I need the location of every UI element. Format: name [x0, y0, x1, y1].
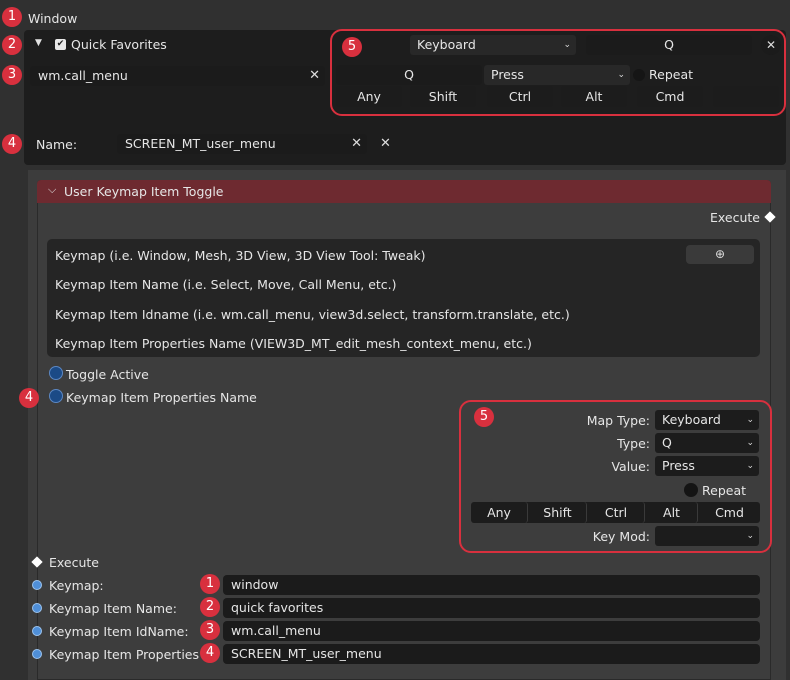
- props-name-socket-label: Keymap Item Properties Name: [66, 390, 257, 405]
- annotation-badge-1: 1: [200, 574, 220, 594]
- annotation-badge-5: 5: [474, 407, 494, 427]
- node-modifier-ctrl-button[interactable]: Ctrl: [588, 502, 645, 523]
- execute-output-label: Execute: [710, 210, 760, 225]
- node-value-value: Press: [662, 458, 695, 473]
- props-name-socket[interactable]: [49, 389, 63, 403]
- description-line: Keymap (i.e. Window, Mesh, 3D View, 3D V…: [55, 248, 426, 263]
- node-modifier-any-button[interactable]: Any: [471, 502, 528, 523]
- annotation-badge-4: 4: [19, 388, 39, 408]
- keymap-item-props-socket[interactable]: [32, 649, 42, 659]
- node-type-value: Q: [662, 435, 672, 450]
- keymap-input-socket[interactable]: [32, 580, 42, 590]
- node-map-type-dropdown[interactable]: Keyboard ⌄: [655, 410, 759, 430]
- annotation-badge-4: 4: [2, 134, 22, 154]
- key-capture-field[interactable]: Q: [586, 35, 752, 55]
- toggle-active-label: Toggle Active: [66, 367, 149, 382]
- annotation-badge-2: 2: [200, 597, 220, 617]
- description-line: Keymap Item Idname (i.e. wm.call_menu, v…: [55, 307, 570, 322]
- key-modifier-field[interactable]: [713, 86, 779, 107]
- keymap-input-label: Keymap:: [49, 578, 104, 593]
- execute-input-label: Execute: [49, 555, 99, 570]
- collapse-chevron-icon[interactable]: ⌵: [48, 183, 56, 197]
- node-type-dropdown[interactable]: Q ⌄: [655, 433, 759, 453]
- type-label: Type:: [617, 436, 650, 451]
- key-mod-label: Key Mod:: [592, 529, 650, 544]
- node-header[interactable]: ⌵ User Keymap Item Toggle: [37, 180, 771, 203]
- node-key-mod-dropdown[interactable]: ⌄: [655, 526, 759, 546]
- checkmark-icon: ✔: [56, 39, 65, 49]
- toggle-active-socket[interactable]: [49, 366, 63, 380]
- node-modifier-cmd-button[interactable]: Cmd: [699, 502, 760, 523]
- annotation-badge-4: 4: [200, 643, 220, 663]
- map-type-label: Map Type:: [586, 413, 650, 428]
- remove-name-icon[interactable]: ✕: [380, 136, 391, 152]
- value-label: Value:: [611, 459, 650, 474]
- quick-favorites-label: Quick Favorites: [71, 37, 167, 52]
- node-repeat-toggle[interactable]: [684, 483, 698, 497]
- menu-name-value: SCREEN_MT_user_menu: [125, 136, 276, 151]
- node-repeat-label: Repeat: [702, 483, 747, 498]
- map-type-dropdown[interactable]: Keyboard ⌄: [410, 35, 576, 55]
- annotation-badge-3: 3: [200, 620, 220, 640]
- modifier-any-button[interactable]: Any: [336, 86, 402, 107]
- expand-arrow-icon[interactable]: ▼: [35, 38, 42, 48]
- annotation-badge-1: 1: [2, 7, 22, 27]
- repeat-toggle[interactable]: [633, 69, 645, 81]
- clear-icon[interactable]: ✕: [309, 68, 320, 84]
- node-value-dropdown[interactable]: Press ⌄: [655, 456, 759, 476]
- modifier-ctrl-button[interactable]: Ctrl: [487, 86, 553, 107]
- keymap-item-name-socket[interactable]: [32, 603, 42, 613]
- keymap-item-idname-socket[interactable]: [32, 626, 42, 636]
- name-label: Name:: [36, 137, 78, 152]
- keymap-input-field[interactable]: window: [223, 575, 760, 595]
- annotation-badge-2: 2: [2, 35, 22, 55]
- node-modifier-alt-button[interactable]: Alt: [646, 502, 698, 523]
- value-dropdown[interactable]: Press ⌄: [484, 65, 630, 85]
- node-title: User Keymap Item Toggle: [64, 184, 224, 199]
- operator-idname-value: wm.call_menu: [38, 68, 128, 83]
- annotation-badge-5: 5: [342, 37, 362, 57]
- annotation-badge-3: 3: [2, 65, 22, 85]
- chevron-down-icon: ⌄: [746, 461, 754, 471]
- chevron-down-icon: ⌄: [746, 438, 754, 448]
- description-line: Keymap Item Name (i.e. Select, Move, Cal…: [55, 277, 397, 292]
- chevron-down-icon: ⌄: [746, 531, 754, 541]
- keymap-item-idname-label: Keymap Item IdName:: [49, 624, 189, 639]
- repeat-label: Repeat: [649, 67, 694, 82]
- chevron-down-icon: ⌄: [617, 70, 625, 80]
- value-value: Press: [491, 67, 524, 82]
- modifier-cmd-button[interactable]: Cmd: [637, 86, 703, 107]
- chevron-down-icon: ⌄: [563, 40, 571, 50]
- keymap-item-name-field[interactable]: quick favorites: [223, 598, 760, 618]
- remove-keymap-icon[interactable]: ✕: [761, 35, 781, 55]
- description-line: Keymap Item Properties Name (VIEW3D_MT_e…: [55, 336, 532, 351]
- menu-name-field[interactable]: SCREEN_MT_user_menu ✕: [117, 134, 367, 154]
- clear-icon[interactable]: ✕: [351, 136, 362, 152]
- modifier-alt-button[interactable]: Alt: [561, 86, 627, 107]
- chevron-down-icon: ⌄: [746, 415, 754, 425]
- keymap-item-idname-field[interactable]: wm.call_menu: [223, 621, 760, 641]
- node-map-type-value: Keyboard: [662, 412, 721, 427]
- quick-favorites-checkbox[interactable]: ✔: [55, 39, 66, 50]
- map-type-value: Keyboard: [417, 37, 476, 52]
- node-modifier-shift-button[interactable]: Shift: [529, 502, 587, 523]
- keymap-item-name-label: Keymap Item Name:: [49, 601, 177, 616]
- modifier-shift-button[interactable]: Shift: [410, 86, 476, 107]
- keymap-item-props-field[interactable]: SCREEN_MT_user_menu: [223, 644, 760, 664]
- globe-icon[interactable]: ⊕: [686, 245, 754, 264]
- keymap-item-props-label: Keymap Item Properties N: [49, 647, 213, 662]
- keymap-window-label: Window: [28, 11, 78, 26]
- key-type-field[interactable]: Q: [336, 65, 482, 85]
- operator-idname-field[interactable]: wm.call_menu ✕: [30, 66, 325, 86]
